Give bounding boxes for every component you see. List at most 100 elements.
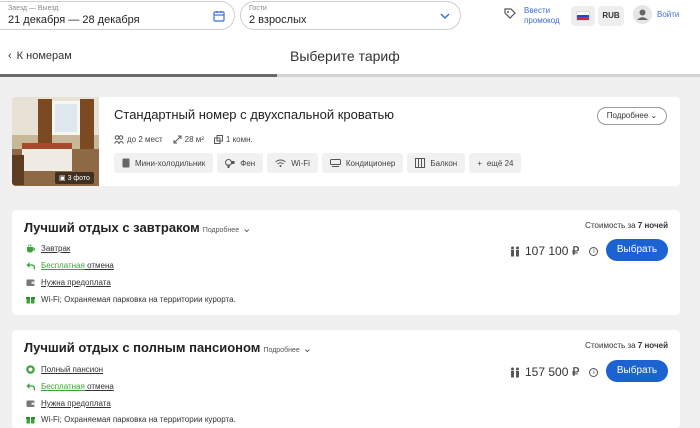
undo-arrow-icon — [26, 383, 35, 391]
tariff-card: Лучший отдых с завтраком Подробнее ⌄ Стои… — [12, 210, 680, 315]
tariff-title-text: Лучший отдых с полным пансионом — [24, 340, 261, 355]
feature-meal: Полный пансион — [26, 365, 103, 374]
tariff-details-link[interactable]: Подробнее ⌄ — [263, 343, 312, 355]
spec-area: 28 м² — [173, 135, 204, 144]
amenity-more[interactable]: + ещё 24 — [469, 153, 522, 173]
room-card: ▣ 3 фото Стандартный номер с двухспально… — [12, 97, 680, 186]
fridge-icon — [122, 158, 130, 168]
undo-arrow-icon — [26, 262, 35, 270]
tariff-card: Лучший отдых с полным пансионом Подробнее… — [12, 330, 680, 428]
cancel-rest-word: отмена — [84, 261, 114, 270]
guests-caption: Гости — [249, 5, 267, 12]
people-icon — [114, 135, 124, 144]
chevron-down-icon: ⌄ — [299, 343, 313, 355]
cancel-free-word: Бесплатная — [41, 382, 85, 391]
feature-cancellation-label[interactable]: Бесплатная отмена — [41, 382, 114, 391]
two-guests-icon — [511, 246, 519, 256]
calendar-icon — [213, 11, 225, 22]
dates-caption: Заезд — Выезд — [8, 5, 59, 12]
feature-cancellation: Бесплатная отмена — [26, 382, 114, 391]
promo-line-2: промокод — [524, 16, 560, 25]
language-selector[interactable] — [571, 6, 595, 26]
stay-nights: 7 ночей — [637, 221, 668, 230]
balcony-icon — [415, 158, 426, 168]
room-specs: до 2 мест 28 м² 1 комн. — [114, 135, 253, 144]
tariff-price-value: 107 100 ₽ — [525, 244, 580, 258]
coffee-cup-icon — [27, 244, 35, 253]
tariff-details-label: Подробнее — [263, 347, 300, 354]
feature-meal-label[interactable]: Полный пансион — [41, 365, 103, 374]
tariff-details-label: Подробнее — [202, 227, 240, 234]
amenity-label: Wi-Fi — [291, 158, 310, 168]
room-photo[interactable]: ▣ 3 фото — [12, 97, 99, 186]
gift-icon — [26, 297, 35, 304]
info-icon[interactable]: i — [589, 246, 599, 256]
subheader: ‹ К номерам Выберите тариф — [0, 36, 700, 77]
feature-extras-label: Wi-Fi; Охраняемая парковка на территории… — [41, 415, 236, 424]
russian-flag-icon — [576, 11, 590, 21]
amenity-label: Фен — [240, 158, 256, 168]
back-label: К номерам — [16, 50, 72, 62]
tariff-title: Лучший отдых с полным пансионом Подробнее… — [24, 340, 312, 355]
spec-capacity-label: до 2 мест — [127, 135, 163, 144]
chevron-down-icon — [440, 13, 450, 20]
tariff-title: Лучший отдых с завтраком Подробнее ⌄ — [24, 220, 251, 235]
stay-cost-label: Стоимость за 7 ночей — [585, 341, 668, 350]
user-avatar-icon[interactable] — [633, 5, 652, 24]
page-title: Выберите тариф — [290, 48, 400, 64]
photo-count-badge: ▣ 3 фото — [55, 172, 94, 184]
spec-area-label: 28 м² — [184, 135, 204, 144]
promo-link[interactable]: Ввести промокод — [524, 6, 560, 26]
select-tariff-button[interactable]: Выбрать — [606, 360, 668, 382]
back-to-rooms-link[interactable]: ‹ К номерам — [8, 50, 72, 62]
feature-prepayment-label[interactable]: Нужна предоплата — [41, 278, 111, 287]
stay-prefix: Стоимость за — [585, 221, 638, 230]
feature-extras: Wi-Fi; Охраняемая парковка на территории… — [26, 295, 236, 304]
room-details-button[interactable]: Подробнее ⌄ — [597, 107, 667, 125]
gift-icon — [26, 417, 35, 424]
info-icon[interactable]: i — [589, 367, 599, 377]
wallet-icon — [26, 400, 35, 407]
login-link[interactable]: Войти — [657, 10, 679, 19]
photo-count-label: 3 фото — [67, 175, 90, 182]
feature-prepayment-label[interactable]: Нужна предоплата — [41, 399, 111, 408]
feature-meal-label[interactable]: Завтрак — [41, 244, 70, 253]
dates-field[interactable]: Заезд — Выезд 21 декабря — 28 декабря — [0, 1, 235, 30]
step-progress-active — [0, 74, 277, 77]
amenity-label: Балкон — [430, 158, 458, 168]
feature-cancellation-label[interactable]: Бесплатная отмена — [41, 261, 114, 270]
promo-tag-icon[interactable] — [503, 7, 517, 21]
amenities-list: Мини-холодильник Фен Wi-Fi Кондиционер Б… — [114, 153, 522, 173]
feature-prepayment: Нужна предоплата — [26, 399, 111, 408]
rooms-icon — [213, 135, 223, 144]
room-details-label: Подробнее — [606, 111, 649, 120]
guests-field[interactable]: Гости 2 взрослых — [240, 1, 461, 30]
amenity-label: Мини-холодильник — [135, 158, 206, 168]
spec-rooms-label: 1 комн. — [225, 135, 253, 144]
stay-nights: 7 ночей — [637, 341, 668, 350]
amenity-hairdryer: Фен — [217, 153, 264, 173]
aircon-icon — [329, 159, 341, 167]
feature-prepayment: Нужна предоплата — [26, 278, 111, 287]
chevron-down-icon: ⌄ — [239, 223, 252, 235]
full-board-icon — [26, 365, 35, 374]
wifi-icon — [275, 159, 287, 167]
tariff-price-value: 157 500 ₽ — [525, 365, 580, 379]
wallet-icon — [26, 279, 35, 286]
select-tariff-button[interactable]: Выбрать — [606, 239, 668, 261]
tariff-details-link[interactable]: Подробнее ⌄ — [202, 223, 252, 235]
chevron-down-icon: ⌄ — [650, 111, 658, 120]
photo-icon: ▣ — [59, 175, 68, 182]
two-guests-icon — [511, 367, 519, 377]
currency-selector[interactable]: RUB — [598, 6, 624, 26]
amenity-label: Кондиционер — [345, 158, 396, 168]
chevron-left-icon: ‹ — [8, 50, 12, 62]
feature-extras: Wi-Fi; Охраняемая парковка на территории… — [26, 415, 236, 424]
amenity-label: ещё 24 — [486, 158, 514, 168]
dates-value: 21 декабря — 28 декабря — [8, 14, 140, 26]
amenity-aircon: Кондиционер — [321, 153, 404, 173]
amenity-wifi: Wi-Fi — [267, 153, 318, 173]
spec-rooms: 1 комн. — [213, 135, 253, 144]
plus-icon: + — [477, 158, 482, 168]
cancel-free-word: Бесплатная — [41, 261, 85, 270]
